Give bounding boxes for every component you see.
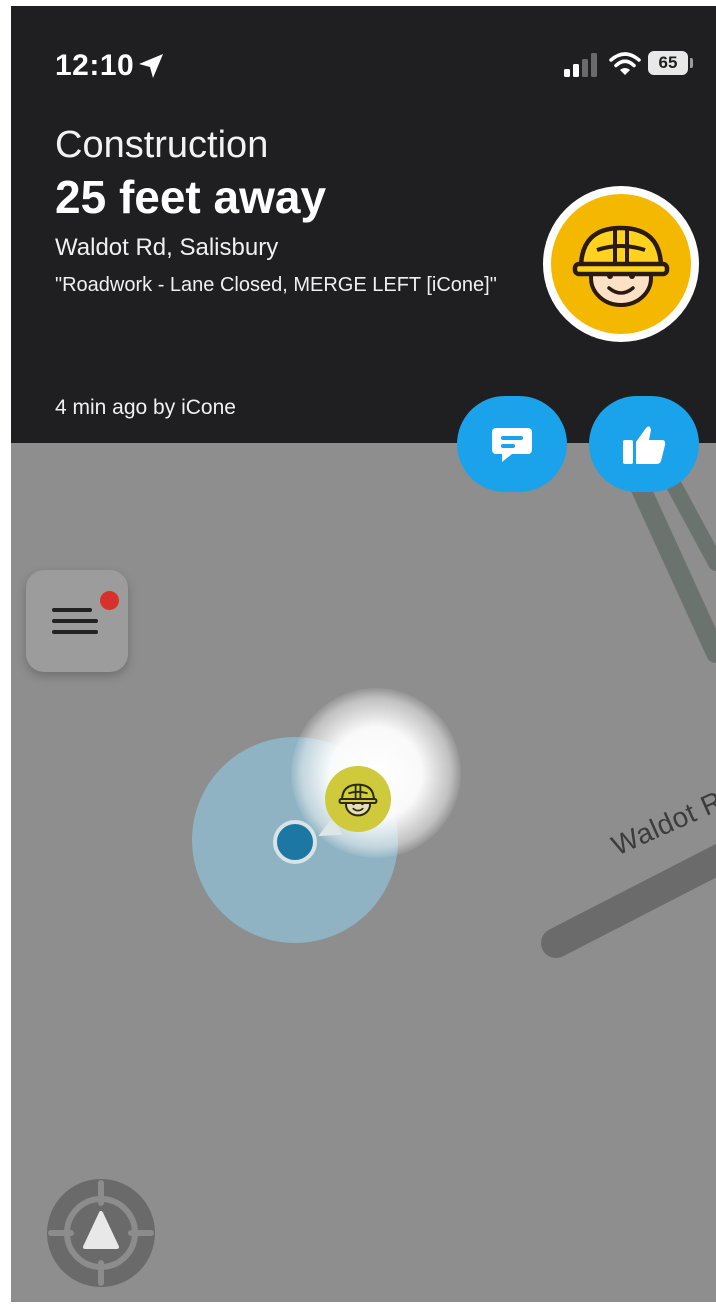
wifi-icon <box>609 52 641 75</box>
menu-button[interactable] <box>26 570 128 672</box>
construction-worker-icon <box>551 194 691 334</box>
menu-icon <box>52 608 98 634</box>
battery-indicator: 65 <box>648 51 688 75</box>
alert-distance: 25 feet away <box>55 171 327 223</box>
comment-button[interactable] <box>457 396 567 492</box>
battery-cap <box>690 58 693 68</box>
map-view[interactable]: Waldot R <box>11 443 716 1302</box>
alert-location: Waldot Rd, Salisbury <box>55 234 279 261</box>
alert-type-avatar <box>543 186 699 342</box>
alert-meta: 4 min ago by iCone <box>55 396 236 419</box>
notification-dot <box>100 591 119 610</box>
thumbs-up-icon <box>623 426 666 464</box>
user-location-dot <box>273 820 317 864</box>
comment-icon <box>492 428 532 462</box>
construction-worker-icon <box>338 783 378 817</box>
alert-description: "Roadwork - Lane Closed, MERGE LEFT [iCo… <box>55 274 497 296</box>
phone-screen: 12:10 65 Construction 25 feet away Waldo… <box>11 6 716 1302</box>
status-time: 12:10 <box>55 49 135 82</box>
location-arrow-icon <box>139 54 163 78</box>
thumbs-up-button[interactable] <box>589 396 699 492</box>
alert-type-title: Construction <box>55 124 269 166</box>
recenter-icon[interactable] <box>45 1177 157 1289</box>
alert-map-pin[interactable] <box>325 766 391 832</box>
status-bar: 12:10 65 <box>11 6 716 106</box>
alert-header: 12:10 65 Construction 25 feet away Waldo… <box>11 6 716 443</box>
cellular-signal-icon <box>564 53 597 77</box>
